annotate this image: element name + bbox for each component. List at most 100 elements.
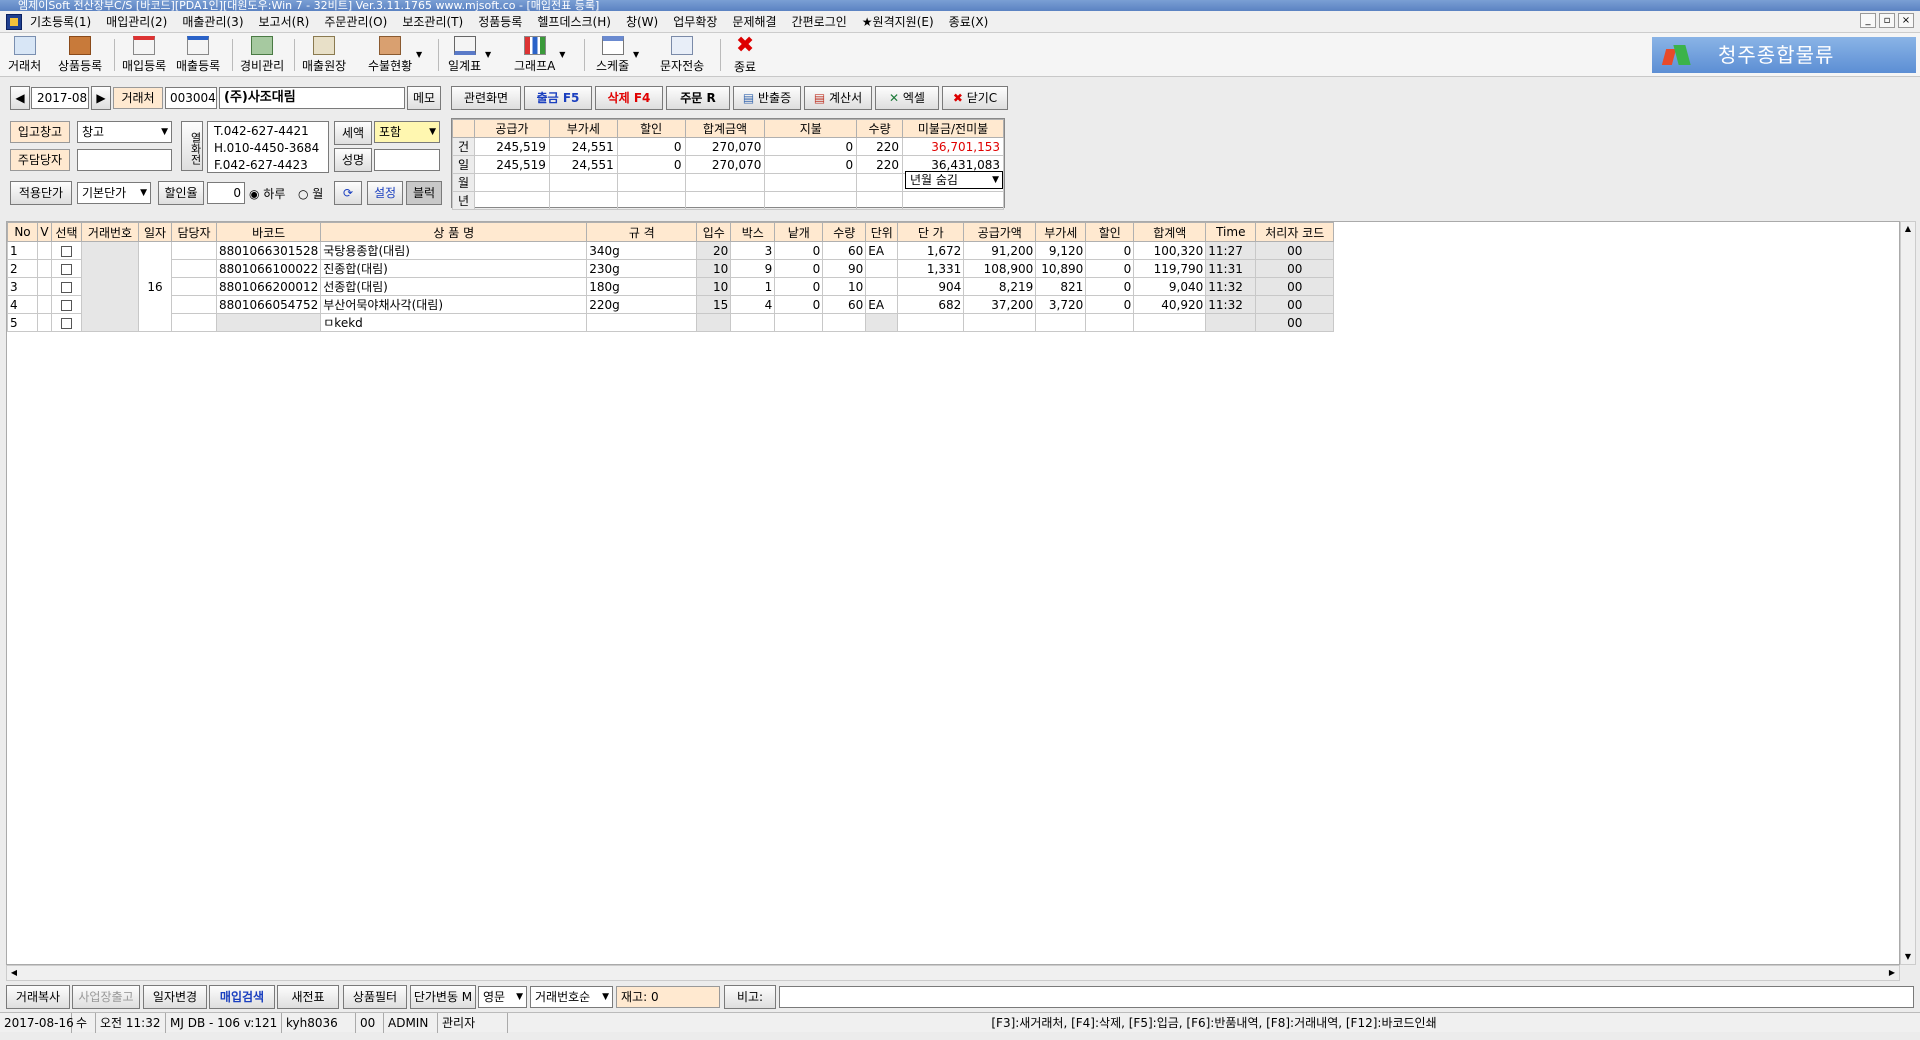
row-product[interactable]: 부산어묵야채사각(대림) bbox=[320, 295, 588, 314]
date-change-button[interactable]: 일자변경 bbox=[143, 985, 207, 1009]
row-checkbox[interactable] bbox=[51, 313, 82, 332]
row-discount[interactable]: 0 bbox=[1085, 295, 1135, 314]
app-icon[interactable] bbox=[6, 14, 22, 30]
scroll-up-icon[interactable]: ▲ bbox=[1901, 222, 1915, 236]
row-qty[interactable] bbox=[822, 313, 867, 332]
table-row[interactable]: 4 8801066054752 부산어묵야채사각(대림) 220g 15 4 0… bbox=[7, 295, 1335, 314]
col-no[interactable]: No bbox=[7, 222, 38, 242]
toolbar-partner-button[interactable]: 거래처 bbox=[8, 36, 41, 74]
next-period-button[interactable]: ▶ bbox=[91, 86, 111, 110]
table-row[interactable]: 5 ㅁkekd 00 bbox=[7, 313, 1335, 332]
col-discount[interactable]: 할인 bbox=[1085, 222, 1135, 242]
dropdown-arrow-icon[interactable]: ▼ bbox=[633, 50, 639, 59]
row-each[interactable]: 0 bbox=[774, 259, 824, 278]
row-barcode[interactable]: 8801066200012 bbox=[215, 277, 322, 296]
dropdown-arrow-icon[interactable]: ▼ bbox=[416, 50, 422, 59]
product-filter-button[interactable]: 상품필터 bbox=[343, 985, 407, 1009]
minimize-button[interactable]: _ bbox=[1860, 13, 1876, 28]
row-box[interactable]: 1 bbox=[730, 277, 776, 296]
menu-helpdesk[interactable]: 헬프데스크(H) bbox=[537, 11, 611, 33]
row-price[interactable] bbox=[897, 313, 965, 332]
row-qty[interactable]: 90 bbox=[822, 259, 867, 278]
refresh-icon[interactable]: ⟳ bbox=[334, 181, 362, 205]
related-screen-button[interactable]: 관련화면 bbox=[451, 86, 521, 110]
col-manager[interactable]: 담당자 bbox=[171, 222, 217, 242]
row-checkbox[interactable] bbox=[51, 277, 82, 296]
menu-window[interactable]: 창(W) bbox=[626, 11, 658, 33]
price-change-button[interactable]: 단가변동 M bbox=[410, 985, 476, 1009]
toolbar-sales-button[interactable]: 매출등록 bbox=[176, 36, 220, 74]
radio-month[interactable]: ○ 월 bbox=[298, 186, 323, 202]
menu-extend[interactable]: 업무확장 bbox=[673, 11, 717, 33]
row-barcode[interactable]: 8801066100022 bbox=[215, 259, 322, 278]
row-each[interactable]: 0 bbox=[774, 241, 824, 260]
row-checkbox[interactable] bbox=[51, 295, 82, 314]
row-qty[interactable]: 10 bbox=[822, 277, 867, 296]
row-barcode[interactable] bbox=[215, 313, 322, 332]
col-spec[interactable]: 규 격 bbox=[586, 222, 698, 242]
menu-sales[interactable]: 매출관리(3) bbox=[182, 11, 243, 33]
col-day[interactable]: 일자 bbox=[138, 222, 172, 242]
menu-aux[interactable]: 보조관리(T) bbox=[402, 11, 463, 33]
row-box[interactable]: 9 bbox=[730, 259, 776, 278]
checkbox-icon[interactable] bbox=[61, 299, 72, 311]
row-discount[interactable]: 0 bbox=[1085, 277, 1135, 296]
return-slip-button[interactable]: ▤ 반출증 bbox=[733, 86, 801, 110]
row-price[interactable]: 1,672 bbox=[897, 241, 965, 260]
table-row[interactable]: 1 16 8801066301528 국탕용종합(대림) 340g 20 3 0… bbox=[7, 241, 1335, 332]
row-qty[interactable]: 60 bbox=[822, 295, 867, 314]
row-box[interactable]: 4 bbox=[730, 295, 776, 314]
row-qty[interactable]: 60 bbox=[822, 241, 867, 260]
row-product[interactable]: ㅁkekd bbox=[320, 313, 588, 332]
col-price[interactable]: 단 가 bbox=[897, 222, 965, 242]
col-total[interactable]: 합계액 bbox=[1133, 222, 1207, 242]
excel-button[interactable]: ✕ 엑셀 bbox=[875, 86, 939, 110]
row-barcode[interactable]: 8801066054752 bbox=[215, 295, 322, 314]
radio-day[interactable]: ◉ 하루 bbox=[249, 186, 285, 202]
checkbox-icon[interactable] bbox=[61, 245, 72, 257]
col-product[interactable]: 상 품 명 bbox=[320, 222, 588, 242]
row-each[interactable]: 0 bbox=[774, 295, 824, 314]
manager-field[interactable] bbox=[77, 149, 172, 171]
close-button[interactable]: ✖ 닫기C bbox=[942, 86, 1008, 110]
toolbar-exit-button[interactable]: ✖ 종료 bbox=[734, 35, 756, 75]
withdraw-button[interactable]: 출금 F5 bbox=[524, 86, 592, 110]
col-supply[interactable]: 공급가액 bbox=[963, 222, 1037, 242]
tax-label[interactable]: 세액 bbox=[334, 121, 372, 145]
sort-select[interactable]: 거래번호순 bbox=[530, 986, 613, 1008]
checkbox-icon[interactable] bbox=[61, 281, 72, 293]
row-discount[interactable]: 0 bbox=[1085, 241, 1135, 260]
period-field[interactable]: 2017-08 bbox=[31, 87, 89, 109]
toolbar-sms-button[interactable]: 문자전송 bbox=[660, 36, 704, 74]
col-barcode[interactable]: 바코드 bbox=[215, 222, 322, 242]
restore-button[interactable]: ▫ bbox=[1879, 13, 1895, 28]
row-price[interactable]: 1,331 bbox=[897, 259, 965, 278]
note-label[interactable]: 비고: bbox=[724, 985, 776, 1009]
copy-trade-button[interactable]: 거래복사 bbox=[6, 985, 70, 1009]
scroll-down-icon[interactable]: ▼ bbox=[1901, 950, 1915, 964]
toolbar-purchase-button[interactable]: 매입등록 bbox=[122, 36, 166, 74]
order-button[interactable]: 주문 R bbox=[666, 86, 730, 110]
toolbar-graph-button[interactable]: 그래프A ▼ bbox=[514, 36, 565, 74]
note-input[interactable] bbox=[779, 986, 1914, 1008]
checkbox-icon[interactable] bbox=[61, 263, 72, 275]
prev-period-button[interactable]: ◀ bbox=[10, 86, 30, 110]
settings-button[interactable]: 설정 bbox=[367, 181, 403, 205]
col-qty[interactable]: 수량 bbox=[822, 222, 867, 242]
menu-order[interactable]: 주문관리(O) bbox=[324, 11, 387, 33]
col-ipsu[interactable]: 입수 bbox=[696, 222, 732, 242]
vertical-scrollbar[interactable]: ▲ ▼ bbox=[1900, 221, 1916, 965]
toolbar-product-button[interactable]: 상품등록 bbox=[58, 36, 102, 74]
discount-button[interactable]: 할인율 bbox=[158, 181, 204, 205]
toolbar-daily-button[interactable]: 일계표 ▼ bbox=[448, 36, 491, 74]
menu-troubleshoot[interactable]: 문제해결 bbox=[732, 11, 776, 33]
close-window-button[interactable]: × bbox=[1898, 13, 1914, 28]
row-checkbox[interactable] bbox=[51, 241, 82, 260]
row-discount[interactable] bbox=[1085, 313, 1135, 332]
name-field[interactable] bbox=[374, 149, 440, 171]
row-checkbox[interactable] bbox=[51, 259, 82, 278]
purchase-search-button[interactable]: 매입검색 bbox=[209, 985, 275, 1009]
memo-button[interactable]: 메모 bbox=[407, 86, 441, 110]
col-v[interactable]: V bbox=[37, 222, 52, 242]
menu-report[interactable]: 보고서(R) bbox=[259, 11, 310, 33]
